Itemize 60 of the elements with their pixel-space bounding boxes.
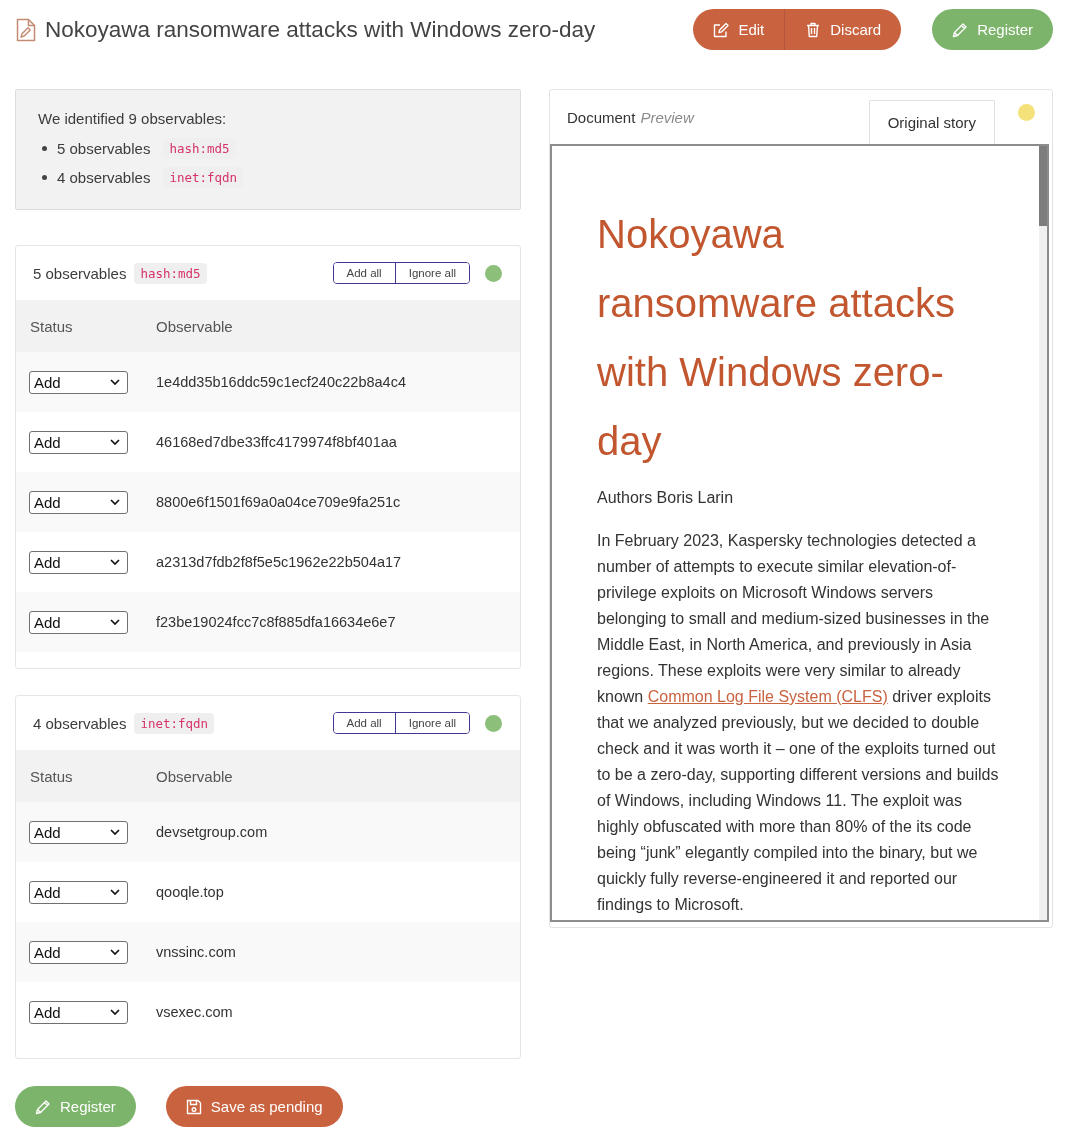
- status-dropdown[interactable]: Add: [29, 820, 128, 844]
- chevron-down-icon: [110, 559, 120, 565]
- ignore-all-button[interactable]: Ignore all: [394, 263, 469, 283]
- chevron-down-icon: [110, 379, 120, 385]
- article-byline: Authors Boris Larin: [597, 488, 735, 508]
- article-paragraph: In February 2023, Kaspersky technologies detected a number of attempts to execute similar elevation-of-privilege exploits on Microsoft Windows servers belonging to small and medium-sized businesses in the Middle East, in North America, and previously in Asia regions. These exploits were very similar to already known Common Log File System (CLFS) driver exploits that we analyzed previously, but we decided to double check and it was worth it – one of the exploits turned out to be a zero-day, supporting different versions and builds of Windows, including Windows 11. The exploit was highly obfuscated with more than 80% of the its code being “junk” elegantly compiled into the binary, but we quickly fully reverse-engineered it and reported our findings to Microsoft.: [597, 531, 1000, 915]
- observable-count: 4 observables: [57, 168, 151, 186]
- observable-value: devsetgroup.com: [156, 824, 269, 840]
- chevron-down-icon: [110, 499, 120, 505]
- observable-value: qooqle.top: [156, 884, 225, 900]
- observable-value: vsexec.com: [156, 1004, 234, 1020]
- article-link[interactable]: Common Log File System (CLFS): [647, 688, 888, 705]
- observable-value: a2313d7fdb2f8f5e5c1962e22b504a17: [156, 554, 403, 570]
- observable-value: vnssinc.com: [156, 944, 237, 960]
- ignore-all-button[interactable]: Ignore all: [394, 713, 469, 733]
- save-button[interactable]: Save as pending: [165, 1086, 343, 1127]
- type-tag: inet:fqdn: [134, 712, 215, 734]
- status-dropdown[interactable]: Add: [29, 550, 128, 574]
- discard-button[interactable]: Discard: [784, 9, 902, 50]
- column-header: Status: [29, 317, 74, 335]
- summary-heading: We identified 9 observables:: [38, 109, 228, 129]
- observable-value: 1e4dd35b16ddc59c1ecf240c22b8a4c4: [156, 374, 407, 390]
- chevron-down-icon: [110, 949, 120, 955]
- observable-count: 5 observables: [33, 264, 127, 282]
- chevron-down-icon: [110, 439, 120, 445]
- column-header: Status: [29, 767, 74, 785]
- column-header: Observable: [156, 767, 234, 785]
- status-dropdown[interactable]: Add: [29, 430, 128, 454]
- observable-count: 5 observables: [57, 139, 151, 157]
- panel-subtitle: Preview: [640, 108, 694, 126]
- scrollbar-thumb[interactable]: [1039, 146, 1047, 226]
- chevron-down-icon: [110, 619, 120, 625]
- status-dropdown[interactable]: Add: [29, 880, 128, 904]
- status-dropdown[interactable]: Add: [29, 1000, 128, 1024]
- bullet-icon: [42, 145, 47, 151]
- pencil-icon: [35, 1098, 51, 1115]
- edit-icon: [713, 21, 730, 38]
- chevron-down-icon: [110, 1009, 120, 1015]
- trash-icon: [805, 21, 822, 38]
- type-tag: hash:md5: [134, 262, 207, 284]
- page-title: Nokoyawa ransomware attacks with Windows zero-day: [45, 16, 597, 43]
- observable-value: 8800e6f1501f69a0a04ce709e9fa251c: [156, 494, 402, 510]
- observable-value: 46168ed7dbe33ffc4179974f8bf401aa: [156, 434, 398, 450]
- status-dropdown[interactable]: Add: [29, 370, 128, 394]
- document-pencil-icon: [16, 17, 36, 42]
- status-dropdown[interactable]: Add: [29, 940, 128, 964]
- save-icon: [185, 1098, 202, 1115]
- article-heading: Nokoyawa ransomware attacks with Windows zero-day: [597, 211, 956, 465]
- observable-count: 4 observables: [33, 714, 127, 732]
- bullet-icon: [42, 174, 47, 180]
- chevron-down-icon: [110, 829, 120, 835]
- panel-title: Document: [567, 108, 636, 126]
- tab[interactable]: Original story: [868, 100, 995, 144]
- edit-button[interactable]: Edit: [693, 9, 785, 50]
- status-dropdown[interactable]: Add: [29, 610, 128, 634]
- chevron-down-icon: [110, 889, 120, 895]
- pencil-icon: [952, 21, 969, 38]
- observable-value: f23be19024fcc7c8f885dfa16634e6e7: [156, 614, 397, 630]
- column-header: Observable: [156, 317, 234, 335]
- status-dropdown[interactable]: Add: [29, 490, 128, 514]
